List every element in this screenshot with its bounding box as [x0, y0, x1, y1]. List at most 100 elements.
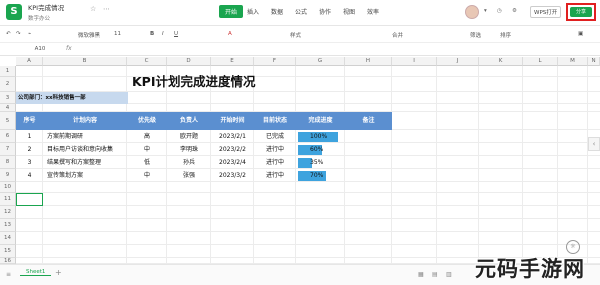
column-header-i[interactable]: I — [392, 57, 437, 66]
table-cell-id[interactable]: 2 — [16, 143, 43, 156]
department-cell[interactable]: 公司部门：xx科技销售一部 — [16, 92, 128, 104]
history-icon[interactable]: ◷ — [497, 8, 502, 14]
row-header-3[interactable]: 3 — [0, 92, 16, 104]
column-header-d[interactable]: D — [167, 57, 211, 66]
table-cell-content[interactable]: 方案前期调研 — [47, 130, 127, 143]
table-header-cell[interactable]: 备注 — [345, 112, 392, 130]
table-cell-owner[interactable]: 欧开题 — [167, 130, 211, 143]
row-header-8[interactable]: 8 — [0, 156, 16, 169]
table-cell-content[interactable]: 宣传策划方案 — [47, 169, 127, 182]
table-header-cell[interactable]: 目前状态 — [254, 112, 296, 130]
table-cell-priority[interactable]: 高 — [127, 130, 167, 143]
style-button[interactable]: 样式 — [290, 31, 301, 39]
menu-start[interactable]: 开始 — [219, 5, 244, 18]
table-header-cell[interactable]: 序号 — [16, 112, 43, 130]
row-header-1[interactable]: 1 — [0, 66, 16, 77]
column-header-e[interactable]: E — [211, 57, 254, 66]
table-cell-priority[interactable]: 中 — [127, 143, 167, 156]
table-cell-start[interactable]: 2023/3/2 — [211, 169, 254, 182]
row-header-10[interactable]: 10 — [0, 182, 16, 193]
table-cell-content[interactable]: 目标用户访谈和意向收集 — [47, 143, 127, 156]
view-icon[interactable]: ▥ — [446, 271, 452, 278]
table-cell-status[interactable]: 进行中 — [254, 156, 296, 169]
row-header-14[interactable]: 14 — [0, 232, 16, 245]
font-size-select[interactable]: 11 — [114, 31, 121, 37]
column-header-h[interactable]: H — [345, 57, 392, 66]
format-painter-icon[interactable]: ⌁ — [28, 31, 31, 37]
add-sheet-button[interactable]: + — [55, 268, 62, 277]
star-icon[interactable]: ☆ — [90, 5, 96, 13]
bold-button[interactable]: B — [150, 31, 154, 37]
table-header-cell[interactable]: 开始时间 — [211, 112, 254, 130]
document-title[interactable]: KPI完成情况 — [28, 2, 64, 12]
redo-icon[interactable]: ↷ — [16, 31, 21, 37]
sort-button[interactable]: 排序 — [500, 31, 511, 39]
row-header-7[interactable]: 7 — [0, 143, 16, 156]
menu-data[interactable]: 数据 — [271, 7, 283, 16]
filter-button[interactable]: 筛选 — [470, 31, 481, 39]
sheet-title[interactable]: KPI计划完成进度情况 — [132, 71, 256, 90]
menu-view[interactable]: 视图 — [343, 7, 355, 16]
column-header-l[interactable]: L — [523, 57, 558, 66]
fx-icon[interactable]: fx — [66, 45, 72, 52]
row-header-6[interactable]: 6 — [0, 130, 16, 143]
row-header-15[interactable]: 15 — [0, 245, 16, 258]
undo-icon[interactable]: ↶ — [6, 31, 11, 37]
column-header-m[interactable]: M — [558, 57, 588, 66]
row-header-11[interactable]: 11 — [0, 193, 16, 206]
sheet-list-icon[interactable]: ≡ — [6, 271, 11, 278]
name-box[interactable]: A10 — [20, 46, 60, 52]
column-header-j[interactable]: J — [437, 57, 479, 66]
column-header-b[interactable]: B — [43, 57, 127, 66]
italic-button[interactable]: I — [162, 31, 164, 37]
layout-icon[interactable]: ▦ — [418, 271, 424, 278]
table-cell-start[interactable]: 2023/2/4 — [211, 156, 254, 169]
share-button[interactable]: 分享 — [570, 7, 592, 17]
progress-label[interactable]: 35% — [310, 158, 323, 168]
avatar[interactable] — [465, 5, 479, 19]
page-icon[interactable]: ▤ — [432, 271, 438, 278]
row-header-2[interactable]: 2 — [0, 77, 16, 92]
table-cell-owner[interactable]: 李明珠 — [167, 143, 211, 156]
table-cell-start[interactable]: 2023/2/2 — [211, 143, 254, 156]
table-cell-start[interactable]: 2023/2/1 — [211, 130, 254, 143]
menu-collaborate[interactable]: 协作 — [319, 7, 331, 16]
table-cell-priority[interactable]: 低 — [127, 156, 167, 169]
table-header-cell[interactable]: 计划内容 — [43, 112, 127, 130]
column-header-n[interactable]: N — [588, 57, 600, 66]
selected-cell[interactable] — [16, 193, 43, 206]
menu-insert[interactable]: 插入 — [247, 7, 259, 16]
table-cell-priority[interactable]: 中 — [127, 169, 167, 182]
underline-button[interactable]: U — [174, 31, 178, 37]
row-header-12[interactable]: 12 — [0, 206, 16, 219]
column-header-f[interactable]: F — [254, 57, 296, 66]
progress-label[interactable]: 100% — [310, 132, 327, 142]
row-header-9[interactable]: 9 — [0, 169, 16, 182]
table-cell-content[interactable]: 结果撰写和方案整理 — [47, 156, 127, 169]
row-header-4[interactable]: 4 — [0, 104, 16, 112]
table-cell-id[interactable]: 4 — [16, 169, 43, 182]
progress-label[interactable]: 70% — [310, 171, 323, 181]
table-cell-owner[interactable]: 张强 — [167, 169, 211, 182]
table-header-cell[interactable]: 优先级 — [127, 112, 167, 130]
column-header-a[interactable]: A — [16, 57, 43, 66]
table-cell-status[interactable]: 已完成 — [254, 130, 296, 143]
document-location[interactable]: 数字办公 — [28, 14, 50, 22]
more-icon[interactable]: ⋯ — [103, 5, 110, 13]
settings-icon[interactable]: ⚙ — [512, 8, 517, 14]
open-in-wps-button[interactable]: WPS打开 — [530, 6, 562, 18]
table-cell-status[interactable]: 进行中 — [254, 169, 296, 182]
column-header-c[interactable]: C — [127, 57, 167, 66]
column-header-g[interactable]: G — [296, 57, 345, 66]
menu-efficiency[interactable]: 效率 — [367, 7, 379, 16]
font-family-select[interactable]: 微软雅黑 — [78, 31, 100, 39]
font-color-button[interactable]: A — [228, 31, 232, 37]
table-cell-status[interactable]: 进行中 — [254, 143, 296, 156]
column-header-k[interactable]: K — [479, 57, 523, 66]
table-header-cell[interactable]: 完成进度 — [296, 112, 345, 130]
image-icon[interactable]: ▣ — [578, 31, 583, 37]
chevron-down-icon[interactable]: ▾ — [484, 8, 487, 14]
merge-button[interactable]: 合并 — [392, 31, 403, 39]
menu-formula[interactable]: 公式 — [295, 7, 307, 16]
table-header-cell[interactable]: 负责人 — [167, 112, 211, 130]
